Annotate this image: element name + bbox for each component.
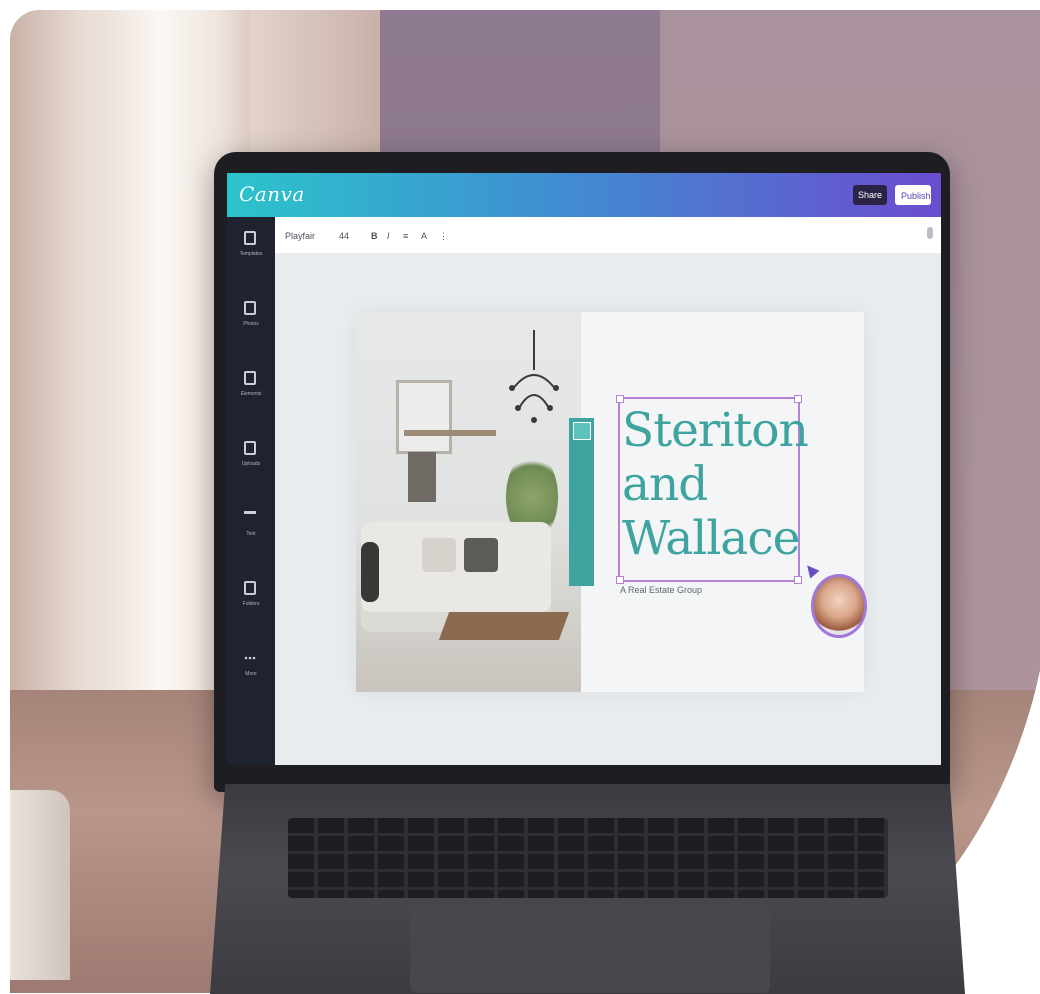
sidebar-item-label: Photos — [243, 321, 259, 327]
corner-handle[interactable] — [794, 395, 802, 403]
sidebar-item-photos[interactable]: Photos — [227, 293, 275, 343]
app-header: Canva Share Publish — [227, 173, 941, 217]
editor-toolbar: Playfair 44 B I ≡ A ⋮ — [275, 217, 941, 254]
left-sidebar: Templates Photos Elements Uploads Text F… — [227, 217, 275, 765]
share-button[interactable]: Share — [852, 185, 887, 205]
more-icon — [244, 651, 256, 665]
collaborator-avatar[interactable] — [811, 574, 867, 638]
living-room-photo[interactable] — [356, 312, 581, 692]
text-icon — [244, 511, 256, 525]
table-lamp — [10, 790, 70, 980]
laptop-trackpad — [410, 905, 770, 993]
templates-icon — [244, 231, 256, 245]
photos-icon — [244, 301, 256, 315]
shelf-picture — [408, 452, 436, 502]
corner-handle[interactable] — [616, 395, 624, 403]
corner-handle[interactable] — [794, 576, 802, 584]
more-options-button[interactable]: ⋮ — [439, 231, 448, 241]
design-page[interactable]: Steriton and Wallace A Real Estate Group — [356, 312, 867, 692]
sidebar-item-uploads[interactable]: Uploads — [227, 433, 275, 483]
uploads-icon — [244, 441, 256, 455]
design-canvas-area: Steriton and Wallace A Real Estate Group — [275, 253, 941, 765]
font-size-field[interactable]: 44 — [339, 231, 349, 241]
design-subtitle[interactable]: A Real Estate Group — [620, 585, 702, 595]
wall-shelf — [404, 430, 496, 436]
sidebar-item-label: Text — [246, 531, 256, 537]
text-color-button[interactable]: A — [421, 231, 427, 241]
sidebar-item-more[interactable]: More — [227, 643, 275, 693]
corner-handle[interactable] — [616, 576, 624, 584]
align-button[interactable]: ≡ — [403, 231, 408, 241]
sidebar-item-text[interactable]: Text — [227, 503, 275, 553]
italic-button[interactable]: I — [387, 231, 390, 241]
design-title[interactable]: Steriton and Wallace — [622, 404, 812, 566]
wall-frame — [396, 380, 452, 454]
laptop-keyboard — [288, 818, 888, 898]
title-line: Steriton — [622, 403, 809, 458]
sidebar-item-elements[interactable]: Elements — [227, 363, 275, 413]
canva-logo[interactable]: Canva — [239, 182, 305, 206]
title-line: Wallace — [622, 511, 800, 566]
teal-accent-bar[interactable] — [569, 418, 594, 586]
sidebar-item-label: Folders — [242, 601, 260, 607]
coffee-table — [438, 612, 570, 640]
publish-button[interactable]: Publish — [895, 185, 931, 205]
chandelier-graphic — [509, 330, 559, 423]
sidebar-item-folders[interactable]: Folders — [227, 573, 275, 623]
laptop-screen: Canva Share Publish Templates Photos Ele… — [227, 173, 941, 765]
floor-lamp — [361, 542, 379, 602]
sidebar-item-label: Uploads — [241, 461, 261, 467]
sofa-cushion — [422, 538, 456, 572]
bold-button[interactable]: B — [371, 231, 378, 241]
title-line: and — [622, 457, 708, 512]
element-resize-handle[interactable] — [573, 422, 591, 440]
folders-icon — [244, 581, 256, 595]
elements-icon — [244, 371, 256, 385]
toolbar-scroll-handle[interactable] — [927, 227, 933, 239]
sidebar-item-templates[interactable]: Templates — [227, 223, 275, 273]
sidebar-item-label: More — [245, 671, 257, 677]
font-family-dropdown[interactable]: Playfair — [285, 231, 315, 241]
sidebar-item-label: Elements — [240, 391, 262, 397]
sidebar-item-label: Templates — [239, 251, 263, 257]
sofa-cushion-dark — [464, 538, 498, 572]
